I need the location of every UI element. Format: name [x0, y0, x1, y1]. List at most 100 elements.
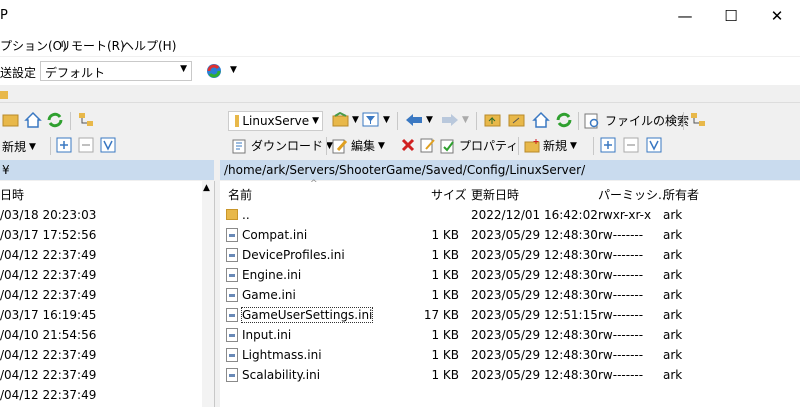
- table-row[interactable]: /04/12 22:37:49: [0, 245, 214, 265]
- filter-select-icon[interactable]: [100, 137, 116, 153]
- chevron-down-icon[interactable]: ▼: [426, 115, 433, 125]
- table-row[interactable]: /04/12 22:37:49: [0, 285, 214, 305]
- column-header-date[interactable]: 更新日時: [471, 186, 519, 203]
- tree-icon[interactable]: [690, 112, 708, 128]
- refresh-icon[interactable]: [46, 111, 64, 128]
- file-icon: [226, 328, 238, 342]
- chevron-down-icon[interactable]: ▼: [383, 115, 390, 125]
- row-name: Input.ini: [242, 328, 292, 342]
- row-date: 2022/12/01 16:42:02: [471, 208, 598, 222]
- row-owner: ark: [663, 228, 683, 242]
- title-bar: P — ☐ ✕: [0, 0, 800, 32]
- table-row[interactable]: .. 2022/12/01 16:42:02 rwxr-xr-x ark: [220, 205, 800, 225]
- rename-icon[interactable]: [420, 137, 436, 153]
- right-new-label: 新規: [543, 139, 568, 153]
- row-date: /03/18 20:23:03: [0, 208, 97, 222]
- refresh-icon[interactable]: [555, 111, 573, 128]
- column-header-name[interactable]: 名前: [228, 186, 252, 203]
- table-row[interactable]: /03/18 20:23:03: [0, 205, 214, 225]
- minimize-button[interactable]: —: [662, 0, 708, 32]
- menu-remote[interactable]: リモート(R): [59, 37, 125, 54]
- menu-help[interactable]: ヘルプ(H): [122, 37, 176, 54]
- column-header-date[interactable]: 日時: [0, 186, 24, 203]
- column-header-size[interactable]: サイズ: [431, 186, 467, 203]
- table-row[interactable]: /04/12 22:37:49: [0, 265, 214, 285]
- drive-icon: [235, 115, 240, 127]
- table-row[interactable]: /04/12 22:37:49: [0, 345, 214, 365]
- column-header-permissions[interactable]: パーミッシ...: [598, 186, 669, 203]
- find-files-button[interactable]: ファイルの検索: [584, 112, 689, 129]
- tree-icon[interactable]: [78, 112, 96, 128]
- local-file-list: 日時 ▲ /03/18 20:23:03/03/17 17:52:56/04/1…: [0, 181, 215, 407]
- table-row[interactable]: /04/12 22:37:49: [0, 385, 214, 405]
- chevron-down-icon[interactable]: ▼: [352, 115, 359, 125]
- left-new-button[interactable]: 新規 ▼: [2, 138, 36, 155]
- row-date: 2023/05/29 12:48:30: [471, 328, 598, 342]
- table-row[interactable]: GameUserSettings.ini 17 KB 2023/05/29 12:5…: [220, 305, 800, 325]
- transfer-settings-bar: 送設定 デフォルト ▼ ▼: [0, 57, 800, 85]
- filter-icon[interactable]: [362, 112, 380, 128]
- table-row[interactable]: Input.ini 1 KB 2023/05/29 12:48:30 rw------…: [220, 325, 800, 345]
- chevron-up-icon[interactable]: ▲: [203, 183, 210, 193]
- row-date: 2023/05/29 12:48:30: [471, 268, 598, 282]
- row-permissions: rw-------: [598, 368, 644, 382]
- home-icon[interactable]: [532, 111, 550, 128]
- table-row[interactable]: DeviceProfiles.ini 1 KB 2023/05/29 12:48:3…: [220, 245, 800, 265]
- download-button[interactable]: ダウンロード ▼: [232, 137, 333, 154]
- right-new-button[interactable]: 新規 ▼: [524, 137, 577, 154]
- back-arrow-icon[interactable]: [404, 113, 424, 127]
- transfer-settings-value: デフォルト: [45, 66, 106, 80]
- home-icon[interactable]: [24, 111, 42, 128]
- column-header-owner[interactable]: 所有者: [663, 186, 699, 203]
- table-row[interactable]: /03/17 16:19:45: [0, 305, 214, 325]
- menu-options[interactable]: プション(O): [0, 37, 67, 54]
- row-size: 1 KB: [431, 288, 459, 302]
- table-row[interactable]: Game.ini 1 KB 2023/05/29 12:48:30 rw-------…: [220, 285, 800, 305]
- forward-arrow-icon[interactable]: [440, 113, 460, 127]
- chevron-down-icon: ▼: [180, 64, 187, 74]
- table-row[interactable]: Lightmass.ini 1 KB 2023/05/29 12:48:30 rw--…: [220, 345, 800, 365]
- transfer-settings-select[interactable]: デフォルト ▼: [40, 61, 192, 81]
- filter-select-icon[interactable]: [646, 137, 662, 153]
- maximize-button[interactable]: ☐: [708, 0, 754, 32]
- file-icon: [226, 288, 238, 302]
- select-all-icon[interactable]: [600, 137, 616, 153]
- root-folder-icon[interactable]: [508, 112, 526, 128]
- deselect-icon[interactable]: [78, 137, 94, 153]
- remote-drive-select[interactable]: LinuxServe ▼: [228, 111, 323, 131]
- parent-folder-icon: [226, 209, 238, 220]
- select-all-icon[interactable]: [56, 137, 72, 153]
- row-owner: ark: [663, 288, 683, 302]
- file-icon: [226, 248, 238, 262]
- row-permissions: rw-------: [598, 268, 644, 282]
- open-folder-icon[interactable]: [332, 112, 350, 128]
- table-row[interactable]: Scalability.ini 1 KB 2023/05/29 12:48:30 rw…: [220, 365, 800, 385]
- row-size: 1 KB: [431, 348, 459, 362]
- row-date: 2023/05/29 12:48:30: [471, 348, 598, 362]
- file-icon: [226, 268, 238, 282]
- table-row[interactable]: /04/10 21:54:56: [0, 325, 214, 345]
- folder-open-icon[interactable]: [2, 112, 20, 128]
- parent-folder-icon[interactable]: [484, 112, 502, 128]
- deselect-icon[interactable]: [623, 137, 639, 153]
- chevron-down-icon[interactable]: ▼: [462, 115, 469, 125]
- row-size: 1 KB: [431, 248, 459, 262]
- sync-icon[interactable]: [205, 62, 225, 80]
- close-button[interactable]: ✕: [754, 0, 800, 32]
- table-row[interactable]: /03/17 17:52:56: [0, 225, 214, 245]
- table-row[interactable]: /04/12 22:37:49: [0, 365, 214, 385]
- chevron-down-icon[interactable]: ▼: [230, 65, 237, 75]
- table-row[interactable]: Engine.ini 1 KB 2023/05/29 12:48:30 rw-----…: [220, 265, 800, 285]
- row-date: 2023/05/29 12:48:30: [471, 288, 598, 302]
- row-name: ..: [242, 208, 250, 222]
- row-date: /04/12 22:37:49: [0, 348, 97, 362]
- edit-button[interactable]: 編集 ▼: [332, 137, 385, 154]
- properties-button[interactable]: プロパティ: [440, 137, 518, 154]
- delete-icon[interactable]: [400, 137, 416, 153]
- edit-label: 編集: [351, 139, 376, 153]
- edit-icon: [332, 139, 348, 153]
- toolbar-separator: [476, 112, 477, 130]
- table-row[interactable]: Compat.ini 1 KB 2023/05/29 12:48:30 rw-----…: [220, 225, 800, 245]
- file-icon: [226, 228, 238, 242]
- row-date: /04/12 22:37:49: [0, 388, 97, 402]
